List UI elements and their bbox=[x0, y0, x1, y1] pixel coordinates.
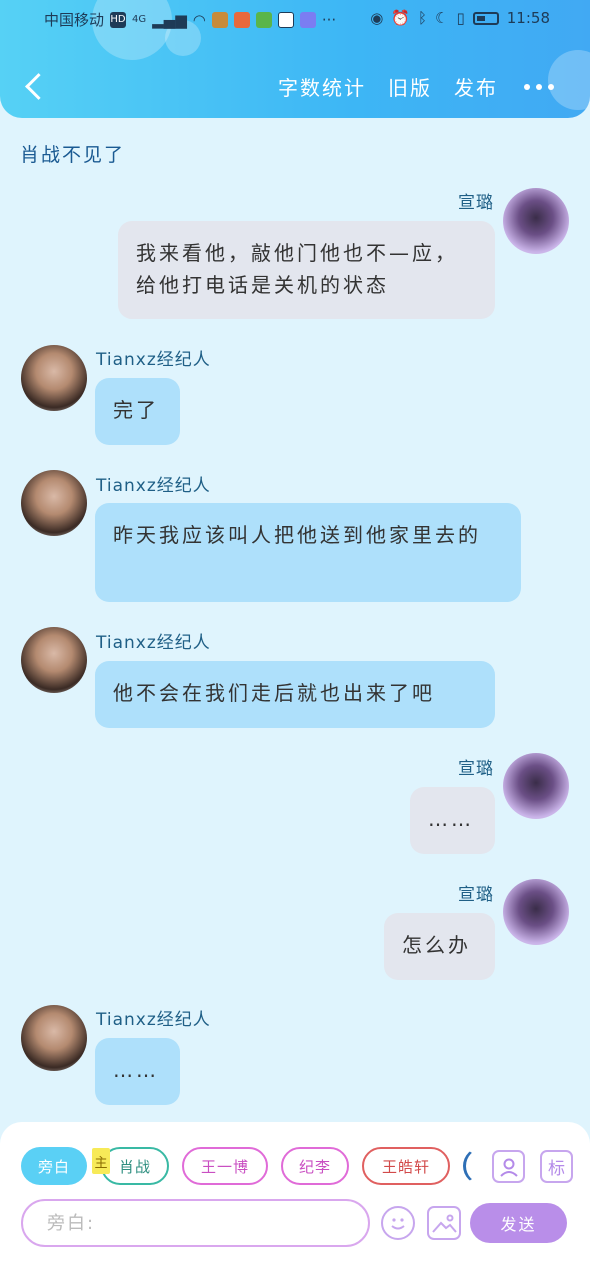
app-icon bbox=[233, 11, 250, 28]
alarm-icon: ⏰ bbox=[391, 9, 411, 27]
avatar[interactable] bbox=[503, 188, 569, 254]
speaker-name: Tianxz经纪人 bbox=[96, 1010, 211, 1030]
moon-icon: ☾ bbox=[435, 9, 449, 27]
vibrate-icon: ▯ bbox=[456, 9, 465, 27]
message-input[interactable] bbox=[21, 1199, 370, 1247]
emoji-icon[interactable] bbox=[381, 1206, 415, 1240]
network-type-badge: 4G bbox=[132, 14, 147, 25]
message-bubble[interactable]: 完了 bbox=[95, 378, 180, 445]
status-bar: 中国移动 HD 4G ▂▄▆ ◠ ··· ◉ ⏰ ᛒ ☾ ▯ 11:58 bbox=[0, 0, 590, 40]
image-icon[interactable] bbox=[427, 1206, 461, 1240]
more-notifications-icon: ··· bbox=[321, 10, 337, 29]
role-chip-wanghaoxuan[interactable]: 王皓轩 bbox=[362, 1147, 450, 1185]
message-bubble[interactable]: 他不会在我们走后就也出来了吧 bbox=[95, 661, 495, 728]
avatar[interactable] bbox=[503, 879, 569, 945]
old-version-button[interactable]: 旧版 bbox=[388, 72, 432, 101]
character-manage-icon[interactable] bbox=[492, 1150, 525, 1183]
music-app-icon bbox=[299, 11, 316, 28]
carrier-label: 中国移动 bbox=[44, 11, 105, 29]
speaker-name: Tianxz经纪人 bbox=[96, 633, 211, 653]
message-bubble[interactable]: 昨天我应该叫人把他送到他家里去的 bbox=[95, 503, 521, 602]
back-chevron-icon[interactable] bbox=[16, 66, 52, 106]
hd-badge: HD bbox=[110, 11, 127, 28]
message-bubble[interactable]: 怎么办 bbox=[384, 913, 495, 980]
person-icon bbox=[499, 1158, 518, 1177]
clock: 11:58 bbox=[506, 9, 550, 27]
word-count-button[interactable]: 字数统计 bbox=[278, 72, 366, 101]
avatar[interactable] bbox=[503, 753, 569, 819]
message-bubble[interactable]: …… bbox=[410, 787, 495, 854]
header-bar: 中国移动 HD 4G ▂▄▆ ◠ ··· ◉ ⏰ ᛒ ☾ ▯ 11:58 字数统… bbox=[0, 0, 590, 118]
avatar[interactable] bbox=[21, 1005, 87, 1071]
qq-icon bbox=[277, 11, 294, 28]
role-chip-narration[interactable]: 旁白 bbox=[21, 1147, 87, 1185]
message-bubble[interactable]: …… bbox=[95, 1038, 180, 1105]
wifi-icon: ◠ bbox=[192, 10, 206, 29]
signal-icon: ▂▄▆ bbox=[152, 10, 187, 29]
tag-button[interactable]: 标 bbox=[540, 1150, 573, 1183]
avatar[interactable] bbox=[21, 470, 87, 536]
speaker-name: 宣璐 bbox=[458, 759, 494, 779]
picture-icon bbox=[432, 1214, 457, 1233]
speaker-name: Tianxz经纪人 bbox=[96, 350, 211, 370]
eye-icon: ◉ bbox=[370, 9, 384, 27]
role-chip-wangyibo[interactable]: 王一博 bbox=[182, 1147, 268, 1185]
role-chip-xiaozhan[interactable]: 肖战 bbox=[101, 1147, 169, 1185]
game-app-icon bbox=[211, 11, 228, 28]
send-button[interactable]: 发送 bbox=[470, 1203, 567, 1243]
role-chip-jili[interactable]: 纪李 bbox=[281, 1147, 349, 1185]
narration-text: 肖战不见了 bbox=[20, 144, 126, 166]
message-bubble[interactable]: 我来看他，敲他门他也不—应，给他打电话是关机的状态 bbox=[118, 221, 495, 319]
nav-bar: 字数统计 旧版 发布 bbox=[0, 60, 590, 112]
speaker-name: 宣璐 bbox=[458, 885, 494, 905]
avatar[interactable] bbox=[21, 345, 87, 411]
battery-icon bbox=[472, 11, 499, 25]
role-chip-partial[interactable] bbox=[463, 1147, 493, 1185]
publish-button[interactable]: 发布 bbox=[454, 72, 498, 101]
main-role-badge: 主 bbox=[92, 1148, 110, 1174]
wechat-icon bbox=[255, 11, 272, 28]
avatar[interactable] bbox=[21, 627, 87, 693]
bluetooth-icon: ᛒ bbox=[418, 9, 428, 27]
smiley-icon bbox=[391, 1218, 405, 1230]
more-options-icon[interactable] bbox=[524, 83, 554, 90]
speaker-name: 宣璐 bbox=[458, 193, 494, 213]
speaker-name: Tianxz经纪人 bbox=[96, 476, 211, 496]
